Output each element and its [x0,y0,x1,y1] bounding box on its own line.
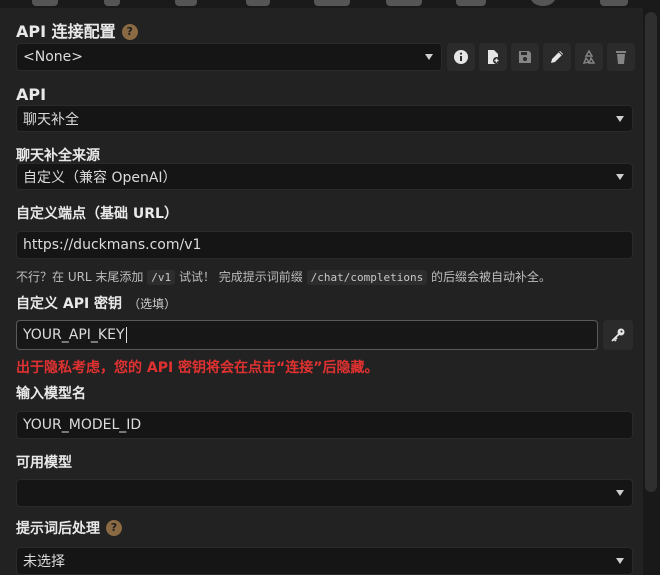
top-toolbar [0,0,660,8]
code-snippet: /chat/completions [306,270,428,285]
available-models-select[interactable] [16,479,633,507]
endpoint-value: https://duckmans.com/v1 [23,237,202,253]
chevron-down-icon [616,558,624,564]
model-label: 输入模型名 [16,386,86,402]
api-select[interactable]: 聊天补全 [16,105,633,132]
postprocess-heading: 提示词后处理? [16,518,122,538]
code-snippet: /v1 [147,270,176,285]
trash-icon [616,51,626,64]
user-add-icon[interactable] [314,0,350,6]
info-icon [454,50,468,64]
model-value: YOUR_MODEL_ID [23,417,142,433]
profile-info-button[interactable] [447,43,475,71]
profile-create-button[interactable] [479,43,507,71]
apikey-view-button[interactable] [603,320,633,350]
world-icon[interactable] [386,0,422,6]
help-icon[interactable]: ? [106,520,122,536]
toolbar-icon[interactable] [32,0,58,6]
chevron-down-icon [616,115,624,122]
postprocess-select[interactable]: 未选择 [16,547,633,575]
connection-profile-select[interactable]: <None> [16,43,442,71]
avatar-icon[interactable] [530,0,556,6]
connection-profile-heading: API 连接配置? [16,18,138,42]
profile-delete-button[interactable] [607,43,635,71]
chevron-down-icon [425,54,433,60]
persona-icon[interactable] [600,0,628,6]
optional-tag: （选填） [128,297,177,311]
apikey-value: YOUR_API_KEY [23,327,125,343]
file-add-icon [488,50,500,64]
source-label: 聊天补全来源 [16,148,100,164]
profile-save-button[interactable] [511,43,539,71]
endpoint-input[interactable]: https://duckmans.com/v1 [16,231,633,259]
postprocess-label: 提示词后处理 [16,521,100,537]
save-icon [519,51,531,63]
api-label: API [16,85,47,104]
connection-profile-value: <None> [23,49,83,65]
chevron-down-icon [616,173,624,180]
available-models-label: 可用模型 [16,455,72,471]
profile-reload-button[interactable] [575,43,603,71]
scrollbar-thumb[interactable] [645,12,657,492]
plug-icon[interactable] [104,0,120,6]
pencil-icon [551,51,563,63]
help-icon[interactable]: ? [121,24,138,40]
extensions-icon[interactable] [456,0,486,6]
connection-profile-title: API 连接配置 [16,22,116,41]
source-select[interactable]: 自定义（兼容 OpenAI） [16,163,633,190]
privacy-warning: 出于隐私考虑，您的 API 密钥将会在点击“连接”后隐藏。 [16,360,379,376]
postprocess-value: 未选择 [23,554,65,570]
text-cursor [125,327,127,343]
key-icon [611,328,625,342]
endpoint-hint: 不行？在 URL 末尾添加 /v1 试试！ 完成提示词前缀 /chat/comp… [16,270,552,285]
endpoint-label: 自定义端点（基础 URL） [16,206,178,222]
profile-rename-button[interactable] [543,43,571,71]
recycle-icon [582,49,596,64]
apikey-input[interactable]: YOUR_API_KEY [16,320,598,350]
apikey-label: 自定义 API 密钥 （选填） [16,296,177,312]
chevron-down-icon [616,490,624,496]
book-icon[interactable] [246,0,270,6]
api-value: 聊天补全 [23,111,79,128]
text-icon[interactable] [175,0,197,6]
model-input[interactable]: YOUR_MODEL_ID [16,411,633,439]
source-value: 自定义（兼容 OpenAI） [23,169,177,186]
